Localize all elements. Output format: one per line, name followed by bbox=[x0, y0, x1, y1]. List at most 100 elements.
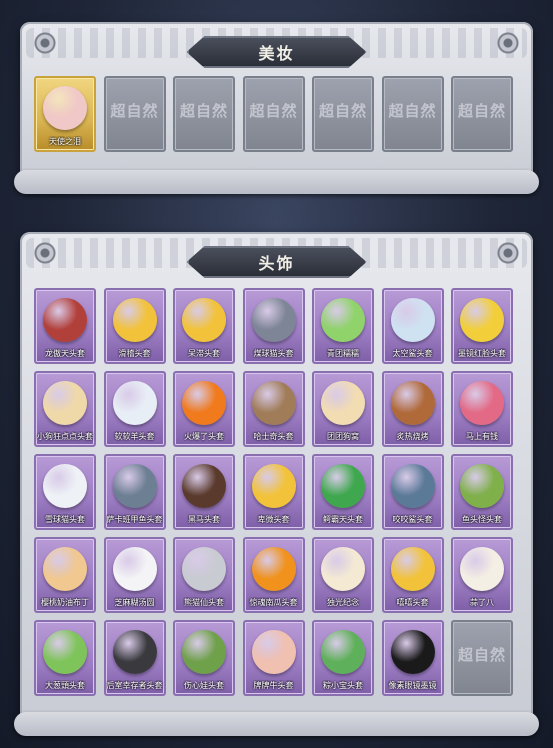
rice-ball-icon bbox=[112, 547, 157, 591]
headwear-item-slot[interactable]: 惊魂南瓜头套 bbox=[242, 537, 305, 613]
headwear-item-slot[interactable]: 大葱頭头套 bbox=[34, 620, 96, 696]
item-label: 墨镜红脸头套 bbox=[458, 349, 506, 358]
item-label: 团团狗窝 bbox=[327, 432, 359, 441]
headwear-item-slot[interactable]: 墨镜红脸头套 bbox=[451, 288, 513, 364]
item-label: 龙傲天头套 bbox=[45, 349, 85, 358]
item-label: 独光纪念 bbox=[327, 598, 359, 607]
headwear-item-slot[interactable]: 马上有钱 bbox=[451, 371, 513, 447]
item-label: 卑微头套 bbox=[257, 515, 290, 524]
item-label: 哈士奇头套 bbox=[253, 432, 294, 441]
dazed-face-icon bbox=[182, 298, 226, 342]
black-horse-icon bbox=[182, 464, 226, 508]
fluffy-sheep-icon bbox=[112, 381, 157, 425]
empty-slot[interactable]: 超自然 bbox=[451, 620, 513, 696]
empty-slot[interactable]: 超自然 bbox=[451, 76, 513, 152]
empty-slot[interactable]: 超自然 bbox=[242, 76, 305, 152]
angel-wings-face-icon bbox=[43, 86, 87, 130]
headwear-item-slot[interactable]: 后室幸存者头套 bbox=[103, 620, 166, 696]
headwear-item-slot[interactable]: 蒜了八 bbox=[451, 537, 513, 613]
headwear-item-slot[interactable]: 雪球猫头套 bbox=[34, 454, 96, 530]
makeup-title: 美妆 bbox=[186, 36, 367, 68]
item-label: 软软羊头套 bbox=[114, 432, 155, 441]
headwear-item-slot[interactable]: 咬咬鲨头套 bbox=[381, 454, 444, 530]
headwear-item-slot[interactable]: 青团糯糯 bbox=[312, 288, 374, 364]
item-label: 马上有钱 bbox=[466, 432, 498, 441]
item-label: 滑稽头套 bbox=[118, 349, 151, 358]
shark-bite-icon bbox=[390, 464, 435, 508]
headwear-item-slot[interactable]: 萨卡班甲鱼头套 bbox=[103, 454, 166, 530]
headwear-item-slot[interactable]: 呆滞头套 bbox=[173, 288, 235, 364]
item-label: 粽小宝头套 bbox=[323, 681, 363, 690]
empty-slot-logo: 超自然 bbox=[249, 102, 298, 120]
ornament-left-icon bbox=[32, 240, 58, 266]
zongzi-icon bbox=[321, 630, 365, 674]
empty-slot-logo: 超自然 bbox=[388, 102, 437, 120]
headwear-item-slot[interactable]: 煤球猫头套 bbox=[242, 288, 305, 364]
headwear-panel: 头饰 龙傲天头套 滑稽头套 呆滞头套 煤球猫头套 青团糯糯 太空鲨头套 墨镜红脸头套小狗狂点… bbox=[20, 232, 533, 722]
headwear-item-slot[interactable]: 哈士奇头套 bbox=[242, 371, 305, 447]
green-onion-icon bbox=[43, 630, 87, 674]
empty-slot[interactable]: 超自然 bbox=[312, 76, 374, 152]
pudding-face-icon bbox=[43, 547, 87, 591]
headwear-item-slot[interactable]: 独光纪念 bbox=[312, 537, 374, 613]
garlic-face-icon bbox=[460, 547, 504, 591]
crocodile-head-icon bbox=[321, 464, 365, 508]
panda-sunglasses-icon bbox=[182, 547, 226, 591]
husky-sunglasses-icon bbox=[251, 381, 296, 425]
headwear-item-slot[interactable]: 黑马头套 bbox=[173, 454, 235, 530]
headwear-item-slot[interactable]: 熊猫仙头套 bbox=[173, 537, 235, 613]
item-label: 像素眼镜墨镜 bbox=[388, 681, 437, 690]
makeup-panel: 美妆 天使之泪 超自然 超自然 超自然 超自然 超自然 超自然 bbox=[20, 22, 533, 182]
headwear-item-slot[interactable]: 伤心娃头套 bbox=[173, 620, 235, 696]
headwear-item-slot[interactable]: 团团狗窝 bbox=[312, 371, 374, 447]
headwear-item-slot[interactable]: 滑稽头套 bbox=[103, 288, 166, 364]
headwear-item-slot[interactable]: 鳄霸天头套 bbox=[312, 454, 374, 530]
item-label: 樱桃奶油布丁 bbox=[41, 598, 89, 607]
fish-head-icon bbox=[112, 464, 157, 508]
empty-slot[interactable]: 超自然 bbox=[173, 76, 235, 152]
empty-slot[interactable]: 超自然 bbox=[381, 76, 444, 152]
empty-slot[interactable]: 超自然 bbox=[103, 76, 166, 152]
headwear-item-slot[interactable]: 鱼头怪头套 bbox=[451, 454, 513, 530]
empty-slot-logo: 超自然 bbox=[457, 646, 506, 664]
headwear-item-slot[interactable]: 芝麻糊汤圆 bbox=[103, 537, 166, 613]
headwear-item-slot[interactable]: 粽小宝头套 bbox=[312, 620, 374, 696]
headwear-item-slot[interactable]: 樱桃奶油布丁 bbox=[34, 537, 96, 613]
item-label: 芝麻糊汤圆 bbox=[114, 598, 155, 607]
headwear-item-slot[interactable]: 炙热烧烤 bbox=[381, 371, 444, 447]
ornament-right-icon bbox=[495, 240, 521, 266]
snowman-reindeer-icon bbox=[43, 464, 87, 508]
ornament-right-icon bbox=[495, 30, 521, 56]
headwear-title: 头饰 bbox=[186, 246, 367, 278]
headwear-item-slot[interactable]: 像素眼镜墨镜 bbox=[381, 620, 444, 696]
item-label: 呆滞头套 bbox=[188, 349, 220, 358]
item-label: 牌牌牛头套 bbox=[253, 681, 294, 690]
headwear-item-slot[interactable]: 火爆了头套 bbox=[173, 371, 235, 447]
item-label: 炙热烧烤 bbox=[396, 432, 429, 441]
item-label: 嘻嘻头套 bbox=[396, 598, 429, 607]
sad-frog-icon bbox=[182, 630, 226, 674]
candle-face-icon bbox=[321, 547, 365, 591]
headwear-item-slot[interactable]: 小狗狂点点头套 bbox=[34, 371, 96, 447]
headwear-item-slot[interactable]: 龙傲天头套 bbox=[34, 288, 96, 364]
pixel-sunglasses-icon bbox=[390, 630, 435, 674]
empty-slot-logo: 超自然 bbox=[457, 102, 506, 120]
headwear-scroll-edge bbox=[14, 712, 539, 736]
item-label: 天使之泪 bbox=[49, 137, 81, 146]
empty-slot-logo: 超自然 bbox=[318, 102, 367, 120]
item-label: 黑马头套 bbox=[188, 515, 220, 524]
item-label: 青团糯糯 bbox=[327, 349, 359, 358]
headwear-item-slot[interactable]: 软软羊头套 bbox=[103, 371, 166, 447]
sad-smile-face-icon bbox=[251, 464, 296, 508]
item-label: 大葱頭头套 bbox=[45, 681, 85, 690]
headwear-item-slot[interactable]: 太空鲨头套 bbox=[381, 288, 444, 364]
item-label: 后室幸存者头套 bbox=[106, 681, 163, 690]
headwear-item-slot[interactable]: 牌牌牛头套 bbox=[242, 620, 305, 696]
item-label: 萨卡班甲鱼头套 bbox=[106, 515, 163, 524]
cow-head-icon bbox=[251, 630, 296, 674]
headwear-item-slot[interactable]: 卑微头套 bbox=[242, 454, 305, 530]
item-label: 咬咬鲨头套 bbox=[392, 515, 433, 524]
headwear-item-slot[interactable]: 嘻嘻头套 bbox=[381, 537, 444, 613]
headwear-grid: 龙傲天头套 滑稽头套 呆滞头套 煤球猫头套 青团糯糯 太空鲨头套 墨镜红脸头套小狗狂点点头套… bbox=[34, 288, 519, 696]
makeup-item-slot[interactable]: 天使之泪 bbox=[34, 76, 96, 152]
